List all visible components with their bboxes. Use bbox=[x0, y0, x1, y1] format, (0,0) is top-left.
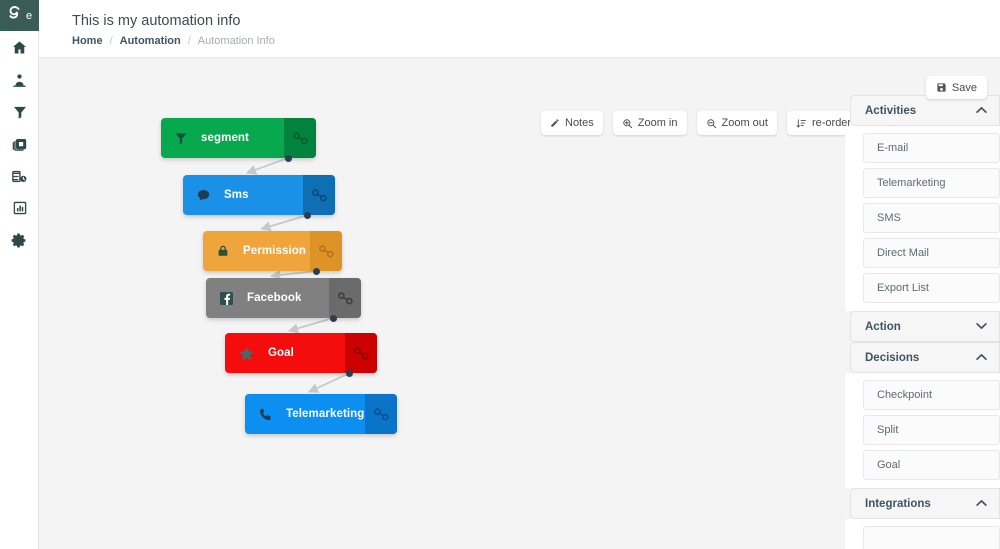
node-body: Facebook bbox=[206, 278, 329, 318]
panel-item-sms[interactable]: SMS bbox=[863, 203, 1000, 233]
settings-icon bbox=[11, 232, 28, 249]
automation-icon bbox=[11, 168, 28, 185]
breadcrumb-separator: / bbox=[109, 35, 113, 47]
lock-icon bbox=[216, 244, 230, 258]
panel-section-title: Activities bbox=[865, 104, 917, 117]
facebook-icon bbox=[219, 291, 234, 306]
breadcrumb-item-automation[interactable]: Automation bbox=[120, 34, 181, 48]
panel-section-title: Integrations bbox=[865, 497, 931, 510]
node-anchor-dot[interactable] bbox=[284, 154, 292, 162]
contacts-icon bbox=[11, 72, 28, 89]
panel-section-header-activities[interactable]: Activities bbox=[850, 95, 1000, 126]
node-body: segment bbox=[161, 118, 284, 158]
chevron-down-icon bbox=[976, 321, 987, 333]
logo-icon bbox=[4, 3, 24, 28]
breadcrumb-item-current: Automation Info bbox=[197, 35, 275, 47]
campaign-icon bbox=[11, 136, 28, 153]
save-button-wrap: Save bbox=[925, 76, 987, 99]
node-label: segment bbox=[201, 132, 249, 144]
star-icon bbox=[238, 345, 255, 362]
panel-item-direct-mail[interactable]: Direct Mail bbox=[863, 238, 1000, 268]
sidebar-item-campaigns[interactable] bbox=[0, 128, 39, 160]
flow-node-sms[interactable]: Sms bbox=[183, 175, 335, 215]
node-body: Sms bbox=[183, 175, 303, 215]
logo-wordmark: e bbox=[26, 9, 33, 22]
sidebar-item-settings[interactable] bbox=[0, 224, 39, 256]
node-anchor-dot[interactable] bbox=[304, 211, 312, 219]
panel-section-decisions: Decisions Checkpoint Split Goal bbox=[845, 342, 1000, 488]
node-label: Facebook bbox=[247, 292, 302, 304]
node-label: Goal bbox=[268, 347, 294, 359]
sidebar-item-home[interactable] bbox=[0, 31, 39, 63]
flow-node-goal[interactable]: Goal bbox=[225, 333, 377, 373]
node-body: Telemarketing bbox=[245, 394, 365, 434]
node-label: Sms bbox=[224, 189, 249, 201]
sidebar-item-segments[interactable] bbox=[0, 96, 39, 128]
flow-node-permission[interactable]: Permission bbox=[203, 231, 342, 271]
node-label: Telemarketing bbox=[286, 408, 365, 420]
panel-item-export-list[interactable]: Export List bbox=[863, 273, 1000, 303]
save-button[interactable]: Save bbox=[925, 76, 987, 99]
save-label: Save bbox=[951, 81, 977, 94]
save-icon bbox=[936, 82, 947, 93]
panel-section-header-action[interactable]: Action bbox=[850, 311, 1000, 342]
panel-section-title: Decisions bbox=[865, 351, 920, 364]
panel-section-activities: Activities E-mail Telemarketing SMS Dire… bbox=[845, 95, 1000, 311]
filter-icon bbox=[12, 104, 28, 120]
sidebar-item-automation[interactable] bbox=[0, 160, 39, 192]
node-body: Permission bbox=[203, 231, 310, 271]
panel-item-checkpoint[interactable]: Checkpoint bbox=[863, 380, 1000, 410]
home-icon bbox=[11, 39, 28, 56]
flow-node-segment[interactable]: segment bbox=[161, 118, 316, 158]
page-header: This is my automation info Home / Automa… bbox=[39, 0, 1000, 58]
funnel-icon bbox=[174, 131, 188, 145]
breadcrumb: Home / Automation / Automation Info bbox=[72, 34, 275, 48]
flow-node-telemarketing[interactable]: Telemarketing bbox=[245, 394, 397, 434]
panel-section-header-integrations[interactable]: Integrations bbox=[850, 488, 1000, 519]
flow-node-facebook[interactable]: Facebook bbox=[206, 278, 361, 318]
node-chain-handle[interactable] bbox=[310, 231, 342, 271]
node-body: Goal bbox=[225, 333, 345, 373]
breadcrumb-item-home[interactable]: Home bbox=[72, 34, 103, 48]
node-chain-handle[interactable] bbox=[345, 333, 377, 373]
node-label: Permission bbox=[243, 245, 306, 257]
reports-icon bbox=[12, 200, 28, 216]
panel-section-body-decisions: Checkpoint Split Goal bbox=[845, 373, 1000, 488]
chevron-up-icon bbox=[976, 498, 987, 510]
chevron-up-icon bbox=[976, 105, 987, 117]
chevron-up-icon bbox=[976, 352, 987, 364]
phone-icon bbox=[258, 407, 273, 422]
panel-item-telemarketing[interactable]: Telemarketing bbox=[863, 168, 1000, 198]
automation-builder-page: e This is my automation info Home / Auto… bbox=[0, 0, 1000, 549]
sidebar-item-contacts[interactable] bbox=[0, 64, 39, 96]
panel-section-title: Action bbox=[865, 320, 901, 333]
node-chain-handle[interactable] bbox=[303, 175, 335, 215]
chat-icon bbox=[196, 188, 211, 203]
main-sidebar: e bbox=[0, 0, 39, 549]
panel-section-body-activities: E-mail Telemarketing SMS Direct Mail Exp… bbox=[845, 126, 1000, 311]
node-anchor-dot[interactable] bbox=[346, 369, 354, 377]
panel-item-split[interactable]: Split bbox=[863, 415, 1000, 445]
sidebar-item-reports[interactable] bbox=[0, 192, 39, 224]
components-panel: Activities E-mail Telemarketing SMS Dire… bbox=[845, 95, 1000, 549]
panel-section-integrations: Integrations bbox=[845, 488, 1000, 549]
breadcrumb-separator: / bbox=[187, 35, 191, 47]
app-logo[interactable]: e bbox=[0, 0, 39, 31]
panel-item-goal[interactable]: Goal bbox=[863, 450, 1000, 480]
panel-section-header-decisions[interactable]: Decisions bbox=[850, 342, 1000, 373]
panel-item-email[interactable]: E-mail bbox=[863, 133, 1000, 163]
panel-section-action: Action bbox=[845, 311, 1000, 342]
page-title: This is my automation info bbox=[72, 13, 241, 29]
node-chain-handle[interactable] bbox=[365, 394, 397, 434]
panel-item-integration[interactable] bbox=[863, 526, 1000, 549]
node-chain-handle[interactable] bbox=[284, 118, 316, 158]
node-anchor-dot[interactable] bbox=[329, 314, 337, 322]
panel-section-body-integrations bbox=[845, 519, 1000, 549]
node-chain-handle[interactable] bbox=[329, 278, 361, 318]
